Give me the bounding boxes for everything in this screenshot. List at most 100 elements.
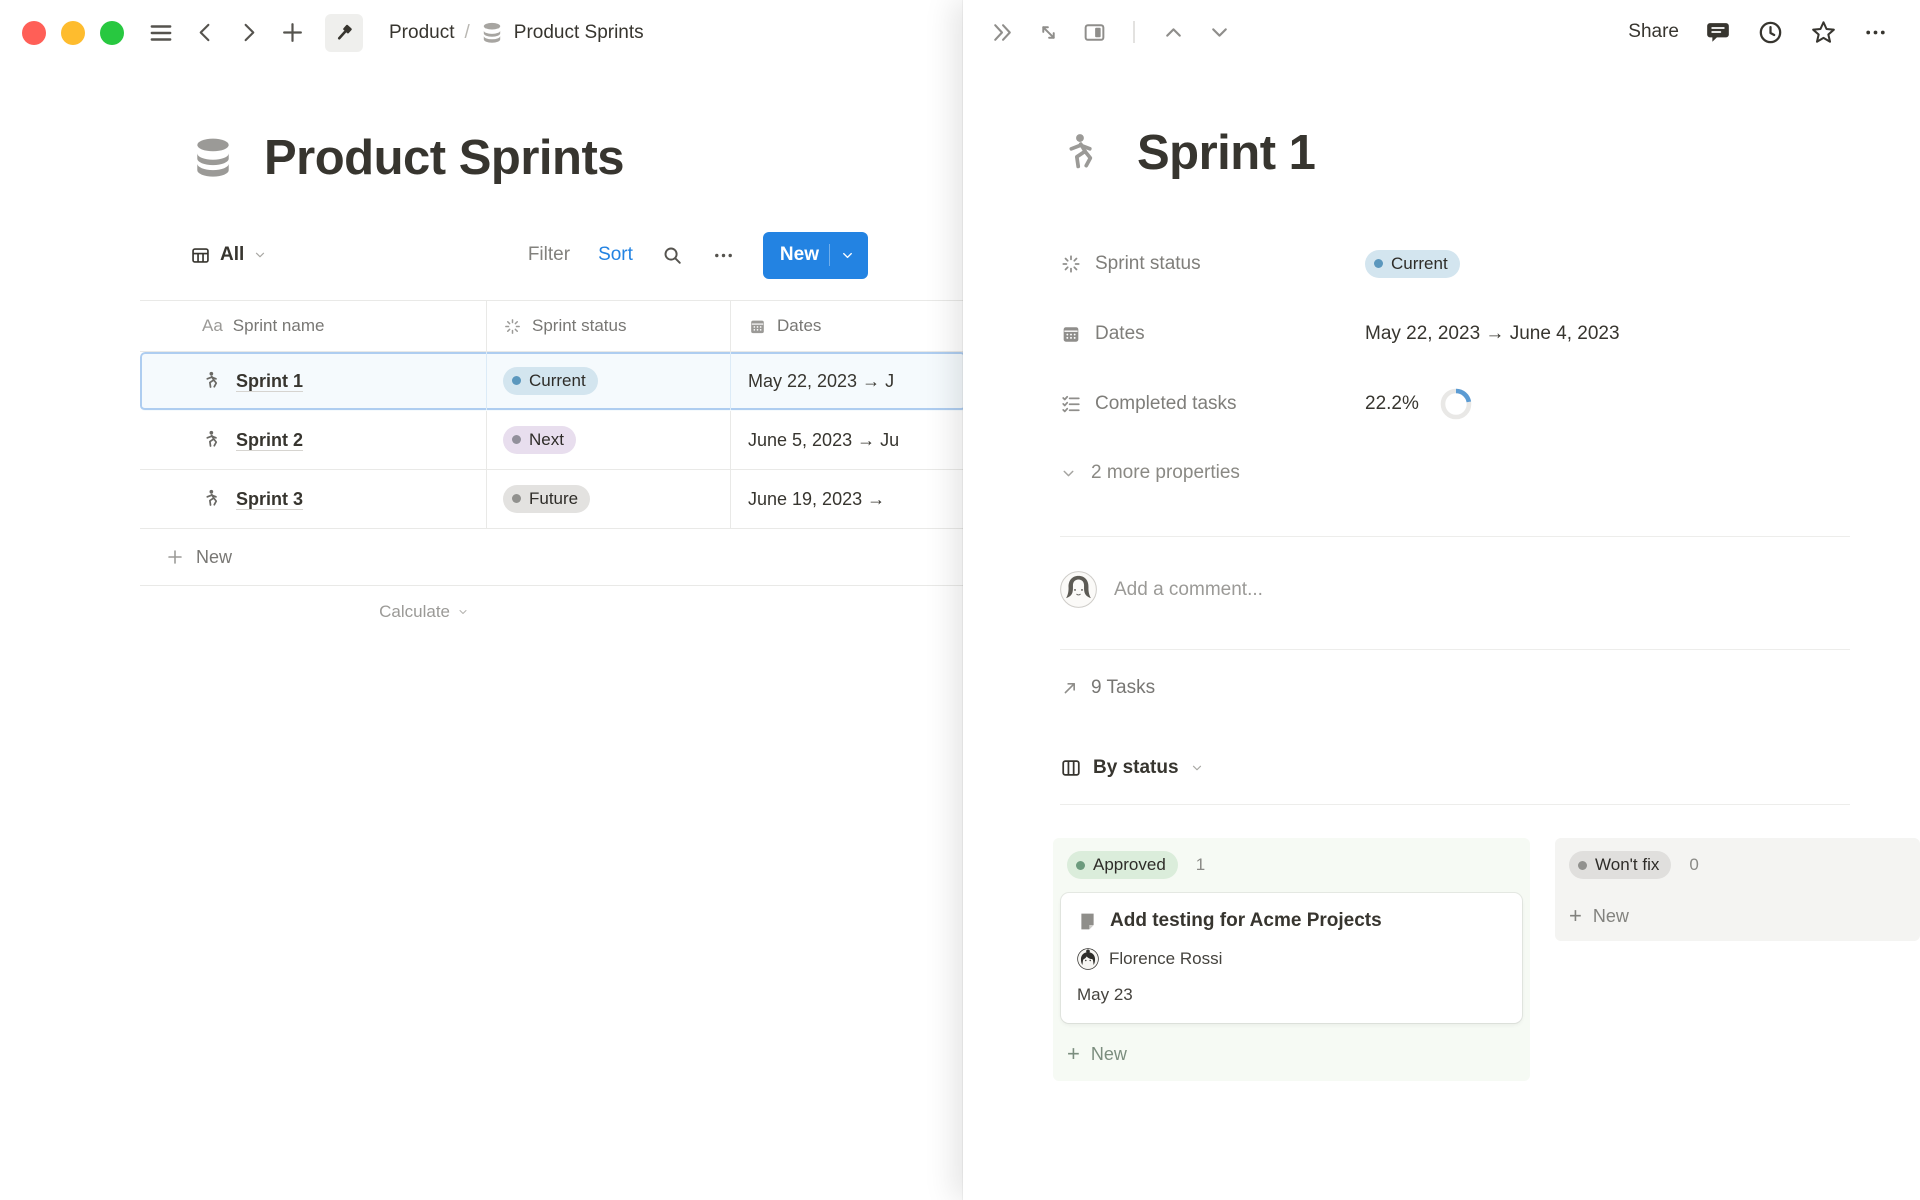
table-row-sprint-1[interactable]: Sprint 1 Current May 22, 2023 → J xyxy=(140,352,963,411)
new-button[interactable]: New xyxy=(763,232,868,279)
favorite-star-icon[interactable] xyxy=(1810,19,1837,46)
table-new-row-button[interactable]: New xyxy=(140,529,963,586)
cell-sprint-name[interactable]: Sprint 2 xyxy=(140,411,487,469)
status-pill-approved[interactable]: Approved xyxy=(1067,851,1178,879)
status-pill-next[interactable]: Next xyxy=(503,426,576,454)
cell-sprint-status[interactable]: Future xyxy=(487,470,731,528)
board-new-card-button-wont-fix[interactable]: + New xyxy=(1555,893,1920,929)
table-view-icon xyxy=(190,245,211,266)
property-value-dates[interactable]: May 22, 2023 → June 4, 2023 xyxy=(1365,323,1620,345)
database-title[interactable]: Product Sprints xyxy=(264,130,624,186)
close-window-button[interactable] xyxy=(22,21,46,45)
database-icon xyxy=(480,21,504,45)
nav-forward-icon[interactable] xyxy=(237,21,260,44)
cell-dates[interactable]: June 19, 2023 → xyxy=(731,470,963,528)
divider xyxy=(1060,536,1850,537)
breadcrumb-page-icon-hammer[interactable] xyxy=(325,14,363,52)
next-page-icon[interactable] xyxy=(1207,20,1232,45)
board-column-approved: Approved 1 Add testing for Acme Projects… xyxy=(1053,838,1530,1081)
side-peek-mode-icon[interactable] xyxy=(1082,20,1107,45)
expand-page-icon[interactable] xyxy=(1036,20,1061,45)
property-value-completed-tasks[interactable]: 22.2% xyxy=(1365,387,1473,421)
status-pill-wont-fix[interactable]: Won't fix xyxy=(1569,851,1671,879)
database-title-icon[interactable] xyxy=(190,135,236,181)
runner-icon xyxy=(202,488,224,510)
chevron-down-icon[interactable] xyxy=(840,248,855,263)
plus-icon xyxy=(166,548,184,566)
progress-ring xyxy=(1439,387,1473,421)
linked-database-tasks-link[interactable]: 9 Tasks xyxy=(1060,675,1155,701)
sprint-page-link[interactable]: Sprint 2 xyxy=(236,430,303,451)
property-label-completed-tasks[interactable]: Completed tasks xyxy=(1060,393,1365,415)
comment-composer[interactable]: Add a comment... xyxy=(1060,571,1263,608)
page-title[interactable]: Sprint 1 xyxy=(1137,125,1315,181)
search-icon[interactable] xyxy=(661,244,684,267)
previous-page-icon[interactable] xyxy=(1161,20,1186,45)
card-title-row[interactable]: Add testing for Acme Projects xyxy=(1077,910,1506,932)
property-label-dates[interactable]: Dates xyxy=(1060,323,1365,345)
new-row-label: New xyxy=(196,547,232,568)
board-card-add-testing[interactable]: Add testing for Acme Projects Florence R… xyxy=(1061,893,1522,1023)
minimize-window-button[interactable] xyxy=(61,21,85,45)
more-properties-toggle[interactable]: 2 more properties xyxy=(1060,459,1240,487)
filter-button[interactable]: Filter xyxy=(528,244,570,266)
board-view-label: By status xyxy=(1093,757,1179,779)
sprint-page-link[interactable]: Sprint 1 xyxy=(236,371,303,392)
column-card-count: 1 xyxy=(1196,855,1205,875)
board-column-header-wont-fix[interactable]: Won't fix 0 xyxy=(1555,838,1920,887)
column-header-label: Sprint name xyxy=(233,316,325,336)
nav-back-icon[interactable] xyxy=(194,21,217,44)
database-toolbar: All Filter Sort New xyxy=(190,231,868,279)
new-page-icon[interactable] xyxy=(280,20,305,45)
card-assignee-row: Florence Rossi xyxy=(1077,948,1506,970)
board-column-header-approved[interactable]: Approved 1 xyxy=(1053,838,1530,887)
board-new-card-button-approved[interactable]: + New xyxy=(1053,1031,1530,1067)
cell-sprint-name[interactable]: Sprint 3 xyxy=(140,470,487,528)
comment-input-placeholder[interactable]: Add a comment... xyxy=(1114,579,1263,601)
column-header-sprint-name[interactable]: Aa Sprint name xyxy=(140,301,487,351)
table-row-sprint-3[interactable]: Sprint 3 Future June 19, 2023 → xyxy=(140,470,963,529)
share-button[interactable]: Share xyxy=(1628,21,1679,43)
page-icon-runner[interactable] xyxy=(1060,130,1107,177)
sprint-page-link[interactable]: Sprint 3 xyxy=(236,489,303,510)
date-range: June 5, 2023 → Ju xyxy=(748,430,899,451)
more-options-icon[interactable] xyxy=(1863,20,1888,45)
property-label-sprint-status[interactable]: Sprint status xyxy=(1060,253,1365,275)
more-properties-label: 2 more properties xyxy=(1091,462,1240,484)
runner-icon xyxy=(202,429,224,451)
table-header-row: Aa Sprint name Sprint status Dates xyxy=(140,300,963,352)
sidebar-toggle-icon[interactable] xyxy=(148,20,174,46)
calculate-button[interactable]: Calculate xyxy=(379,602,469,622)
board-view-icon xyxy=(1060,757,1082,779)
column-header-sprint-status[interactable]: Sprint status xyxy=(487,301,731,351)
status-label: Won't fix xyxy=(1595,855,1659,875)
date-property-icon xyxy=(1060,323,1082,345)
property-value-sprint-status[interactable]: Current xyxy=(1365,250,1460,278)
sort-button[interactable]: Sort xyxy=(598,244,633,266)
zoom-window-button[interactable] xyxy=(100,21,124,45)
board-view-tab-by-status[interactable]: By status xyxy=(1060,755,1204,781)
status-dot xyxy=(1374,259,1383,268)
column-header-dates[interactable]: Dates xyxy=(731,301,963,351)
table-row-sprint-2[interactable]: Sprint 2 Next June 5, 2023 → Ju xyxy=(140,411,963,470)
cell-sprint-status[interactable]: Current xyxy=(487,352,731,410)
comments-icon[interactable] xyxy=(1705,19,1731,45)
property-label-text: Sprint status xyxy=(1095,253,1201,275)
status-pill-current[interactable]: Current xyxy=(1365,250,1460,278)
updates-clock-icon[interactable] xyxy=(1757,19,1784,46)
cell-dates[interactable]: May 22, 2023 → J xyxy=(731,352,963,410)
cell-sprint-name[interactable]: Sprint 1 xyxy=(140,352,487,410)
status-dot xyxy=(1076,861,1085,870)
more-options-icon[interactable] xyxy=(712,244,735,267)
status-pill-current[interactable]: Current xyxy=(503,367,598,395)
window-topbar: Product / Product Sprints xyxy=(0,0,963,65)
status-pill-future[interactable]: Future xyxy=(503,485,590,513)
breadcrumb-item-product[interactable]: Product xyxy=(389,22,454,44)
page-icon xyxy=(1077,911,1098,932)
close-peek-icon[interactable] xyxy=(990,20,1015,45)
cell-sprint-status[interactable]: Next xyxy=(487,411,731,469)
breadcrumb-item-product-sprints[interactable]: Product Sprints xyxy=(514,22,644,44)
cell-dates[interactable]: June 5, 2023 → Ju xyxy=(731,411,963,469)
view-tab-all[interactable]: All xyxy=(190,244,267,266)
property-label-text: Completed tasks xyxy=(1095,393,1237,415)
